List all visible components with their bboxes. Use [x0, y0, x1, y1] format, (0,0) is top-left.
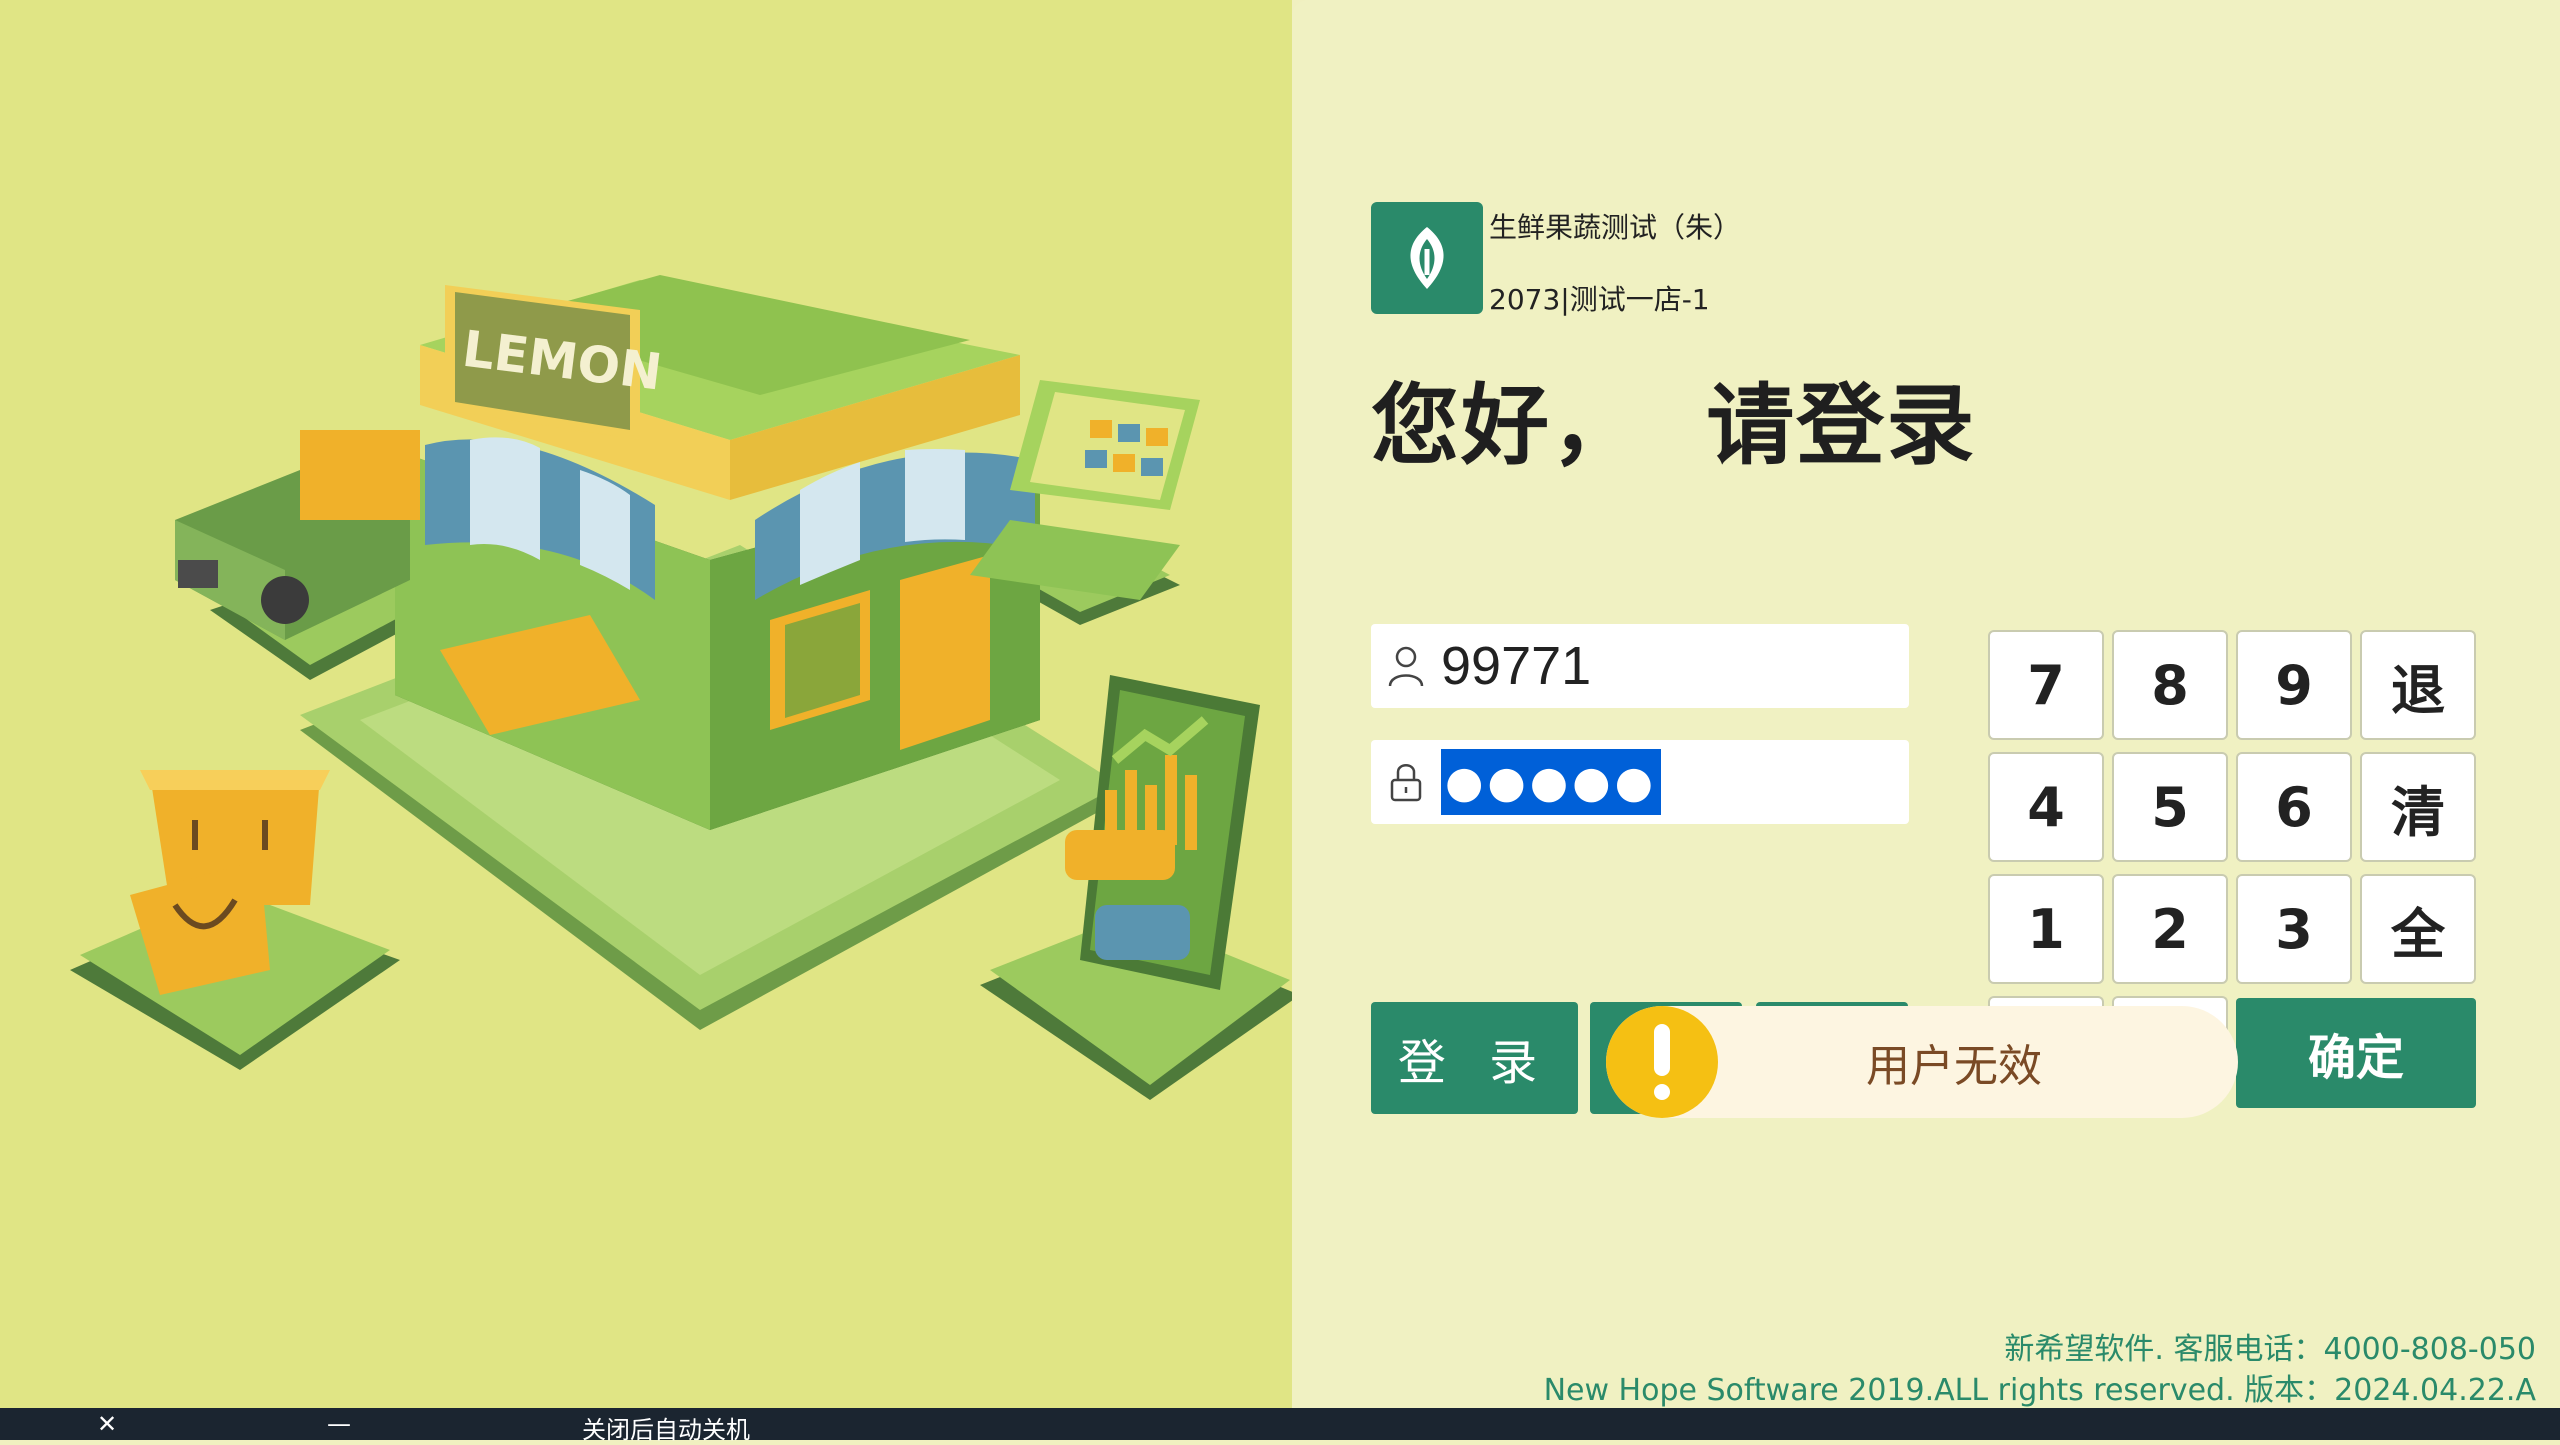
lock-icon: [1371, 760, 1441, 804]
username-input[interactable]: 99771: [1441, 635, 1591, 697]
user-icon: [1371, 644, 1441, 688]
key-1[interactable]: 1: [1988, 874, 2104, 984]
key-2[interactable]: 2: [2112, 874, 2228, 984]
key-6[interactable]: 6: [2236, 752, 2352, 862]
key-8[interactable]: 8: [2112, 630, 2228, 740]
key-7[interactable]: 7: [1988, 630, 2104, 740]
footer-copyright: New Hope Software 2019.ALL rights reserv…: [1543, 1373, 2536, 1408]
illustration-panel: LEMON: [0, 0, 1292, 1408]
login-button[interactable]: 登 录: [1371, 1002, 1578, 1114]
toast-message: 用户无效: [1866, 1041, 2042, 1092]
phone-chart: [1065, 675, 1260, 990]
store-name: 生鲜果蔬测试（朱）: [1489, 211, 1742, 244]
key-4[interactable]: 4: [1988, 752, 2104, 862]
storefront-illustration: LEMON: [70, 275, 1292, 1100]
greeting-title: 您好， 请登录: [1371, 374, 1977, 477]
brand-logo: [1371, 202, 1483, 314]
taskbar: ✕ — 关闭后自动关机: [0, 1408, 2560, 1444]
minimize-icon[interactable]: —: [324, 1408, 354, 1440]
key-3[interactable]: 3: [2236, 874, 2352, 984]
leaf-logo-icon: [1410, 227, 1444, 289]
error-toast: 用户无效: [1606, 1006, 2238, 1118]
close-icon[interactable]: ✕: [92, 1408, 122, 1440]
key-select-all[interactable]: 全: [2360, 874, 2476, 984]
confirm-button[interactable]: 确定: [2236, 998, 2476, 1108]
footer-support: 新希望软件. 客服电话：4000-808-050: [2004, 1332, 2536, 1367]
key-backspace[interactable]: 退: [2360, 630, 2476, 740]
username-field[interactable]: 99771: [1371, 624, 1909, 708]
password-input[interactable]: ●●●●●: [1441, 749, 1661, 815]
warning-icon: [1606, 1006, 1718, 1118]
key-clear[interactable]: 清: [2360, 752, 2476, 862]
password-field[interactable]: ●●●●●: [1371, 740, 1909, 824]
key-5[interactable]: 5: [2112, 752, 2228, 862]
store-code: 2073|测试一店-1: [1489, 283, 1710, 316]
key-9[interactable]: 9: [2236, 630, 2352, 740]
